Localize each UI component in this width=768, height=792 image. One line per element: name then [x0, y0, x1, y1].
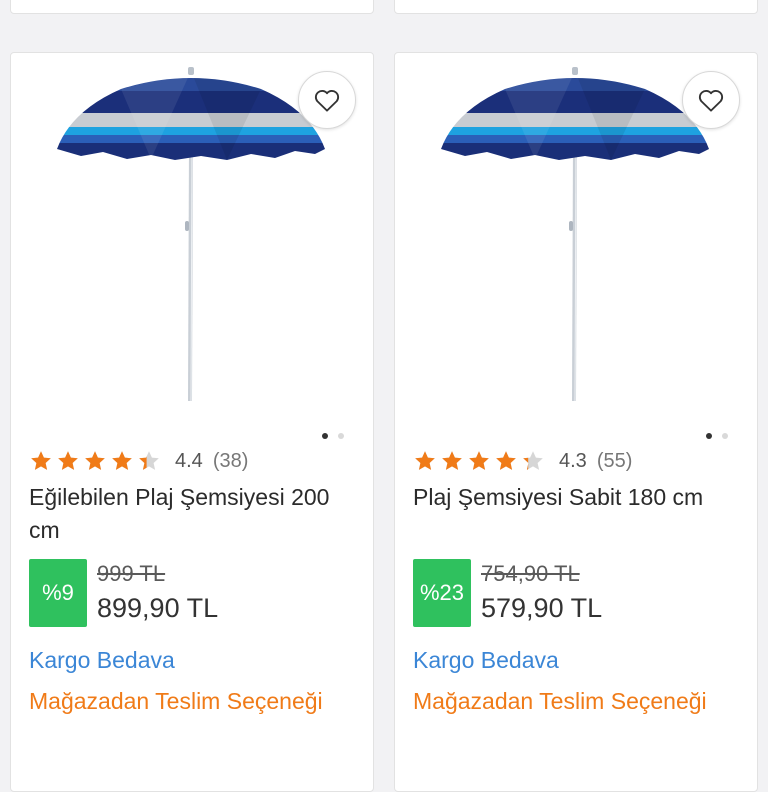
product-card[interactable]: 4.4 (38) Eğilebilen Plaj Şemsiyesi 200 c… [10, 52, 374, 792]
star-filled-icon [442, 451, 462, 470]
product-title[interactable]: Eğilebilen Plaj Şemsiyesi 200 cm [29, 481, 349, 547]
old-price: 999 TL [97, 561, 166, 586]
star-filled-icon [496, 451, 516, 470]
current-price: 899,90 TL [97, 593, 219, 623]
star-filled-icon [58, 451, 78, 470]
umbrella-image [441, 67, 709, 402]
image-carousel-dots [706, 433, 728, 439]
star-filled-icon [469, 451, 489, 470]
current-price: 579,90 TL [481, 593, 603, 623]
product-title[interactable]: Plaj Şemsiyesi Sabit 180 cm [413, 481, 733, 514]
carousel-dot-active[interactable] [706, 433, 712, 439]
star-filled-icon [85, 451, 105, 470]
carousel-dot[interactable] [338, 433, 344, 439]
carousel-dot[interactable] [722, 433, 728, 439]
discount-badge: %23 [413, 559, 471, 627]
store-pickup-label[interactable]: Mağazadan Teslim Seçeneği [29, 685, 329, 718]
old-price: 754,90 TL [481, 561, 580, 586]
umbrella-image [57, 67, 325, 402]
heart-outline-icon [698, 89, 724, 112]
free-shipping-label[interactable]: Kargo Bedava [29, 647, 175, 674]
favorite-button[interactable] [682, 71, 740, 129]
rating-stars [413, 449, 545, 473]
rating-stars [29, 449, 161, 473]
star-filled-icon [31, 451, 51, 470]
star-half-icon [523, 451, 543, 470]
discount-badge: %9 [29, 559, 87, 627]
rating-count: (38) [212, 449, 249, 472]
rating-score: 4.4 [175, 449, 203, 472]
free-shipping-label[interactable]: Kargo Bedava [413, 647, 559, 674]
favorite-button[interactable] [298, 71, 356, 129]
product-card-above-right[interactable] [394, 0, 758, 14]
product-card-above-left[interactable] [10, 0, 374, 14]
product-card[interactable]: 4.3 (55) Plaj Şemsiyesi Sabit 180 cm %23… [394, 52, 758, 792]
carousel-dot-active[interactable] [322, 433, 328, 439]
store-pickup-label[interactable]: Mağazadan Teslim Seçeneği [413, 685, 713, 718]
product-rating: 4.3 (55) [413, 447, 632, 475]
product-image[interactable] [395, 53, 757, 439]
star-half-icon [139, 451, 159, 470]
product-image[interactable] [11, 53, 373, 439]
image-carousel-dots [322, 433, 344, 439]
star-filled-icon [112, 451, 132, 470]
star-filled-icon [415, 451, 435, 470]
product-rating: 4.4 (38) [29, 447, 248, 475]
heart-outline-icon [314, 89, 340, 112]
rating-score: 4.3 [559, 449, 587, 472]
rating-count: (55) [596, 449, 633, 472]
